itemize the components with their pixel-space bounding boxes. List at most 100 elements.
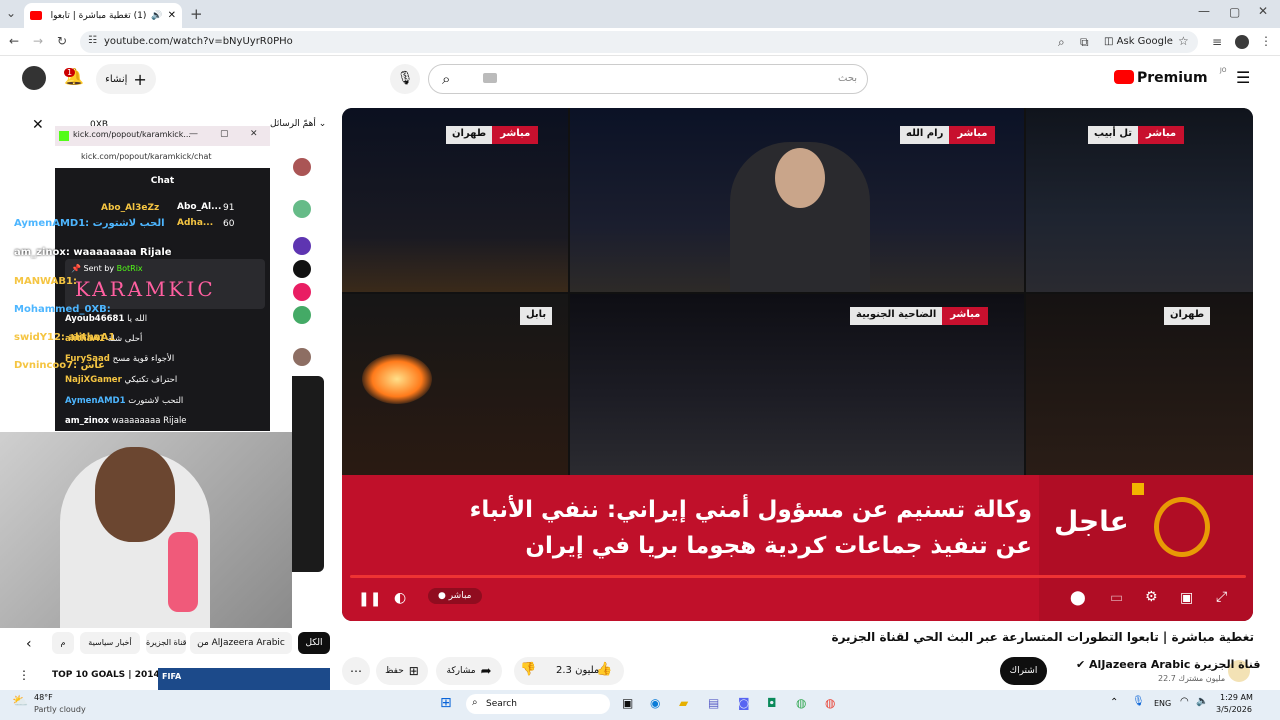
browser-tab[interactable]: (1) تغطية مباشرة | تابعوا التطو 🔊 ✕ — [24, 3, 182, 28]
close-window-icon[interactable]: ✕ — [1258, 4, 1268, 18]
chip-more[interactable]: م — [52, 632, 74, 654]
tab-title: (1) تغطية مباشرة | تابعوا التطو — [47, 10, 147, 21]
kick-url[interactable]: kick.com/popout/karamkick/chat — [81, 152, 212, 161]
weather-icon[interactable]: ⛅ — [12, 694, 28, 709]
site-info-icon[interactable]: ☷ — [88, 35, 97, 46]
chrome-icon[interactable]: ◍ — [796, 696, 806, 710]
tab-list-chevron-icon[interactable]: ⌄ — [6, 6, 16, 20]
chat-close-icon[interactable]: ✕ — [32, 117, 44, 133]
app-icon[interactable]: ◘ — [767, 696, 777, 710]
maximize-icon[interactable]: ▢ — [1229, 5, 1240, 19]
create-label: إنشاء — [105, 73, 128, 85]
kick-chat-user: Ayoub46681 — [65, 314, 125, 324]
side-video-thumbnail[interactable] — [158, 668, 330, 690]
keyboard-icon[interactable] — [483, 73, 497, 83]
accent-square — [1132, 483, 1144, 495]
video-player[interactable]: طهران مباشر رام الله مباشر تل أبيب مباشر با… — [342, 108, 1253, 621]
overlay-chat-message: Mohammed_0XB: — [14, 304, 111, 315]
clock-date: 3/5/2026 — [1216, 705, 1252, 714]
channel-name[interactable]: ✔ AlJazeera Arabic قناة الجزيرة — [1076, 658, 1261, 671]
cell-label-5: الضاحية الجنوبية مباشر — [850, 307, 989, 325]
subscribe-button[interactable]: اشتراك — [1000, 657, 1047, 685]
ajil-label: عاجل — [1054, 505, 1129, 538]
back-icon[interactable]: ← — [9, 34, 19, 48]
kick-minimize-icon[interactable]: — — [189, 129, 198, 139]
guide-menu-icon[interactable]: ☰ — [1236, 68, 1250, 87]
create-button[interactable]: إنشاء + — [96, 64, 156, 94]
progress-bar[interactable] — [350, 575, 1246, 578]
chips-prev-icon[interactable]: ‹ — [26, 636, 32, 652]
overlay-chat-message: AymenAMD1: الحب لاشتورت — [14, 218, 165, 229]
cell-label-3: تل أبيب مباشر — [1088, 126, 1185, 144]
kick-chat-msg: waaaaaaaa Rijale — [111, 416, 187, 426]
minimize-icon[interactable]: — — [1198, 4, 1210, 18]
autoplay-toggle[interactable]: ⬤ — [1070, 590, 1086, 606]
wifi-icon[interactable]: ◠ — [1180, 696, 1189, 707]
headline-line-2: عن تنفيذ جماعات كردية هجوما بريا في إيرا… — [525, 533, 1032, 559]
url-text: youtube.com/watch?v=bNyUyrR0PHo — [104, 36, 293, 47]
cell-city: الضاحية الجنوبية — [850, 307, 943, 325]
like-count: 2.3 مليون — [556, 665, 600, 676]
tray-chevron-icon[interactable]: ⌃ — [1110, 697, 1118, 708]
top-chat-selector[interactable]: أهمّ الرسائل ⌄ — [270, 119, 326, 129]
search-icon[interactable]: ⌕ — [442, 70, 450, 88]
forward-icon[interactable]: → — [33, 34, 43, 48]
discord-icon[interactable]: ◙ — [738, 696, 750, 710]
chat-avatar — [293, 158, 311, 176]
windows-taskbar — [0, 690, 1280, 720]
dislike-icon[interactable]: 👎 — [520, 662, 536, 677]
teams-icon[interactable]: ▤ — [708, 696, 719, 710]
mic-tray-icon[interactable]: 🎙 — [1132, 696, 1145, 707]
settings-gear-icon[interactable]: ⚙ — [1145, 589, 1158, 605]
ask-google-button[interactable]: ◫ Ask Google — [1104, 36, 1173, 47]
install-icon[interactable]: ⧉ — [1080, 35, 1089, 50]
more-actions-icon[interactable]: ⋯ — [342, 657, 370, 685]
task-view-icon[interactable]: ▣ — [622, 696, 633, 710]
speaker-icon[interactable]: 🔈 — [1196, 696, 1208, 707]
fifa-badge: FIFA — [162, 672, 182, 681]
voice-search-icon[interactable]: 🎙 — [390, 64, 420, 94]
youtube-logo-icon[interactable] — [1114, 70, 1134, 84]
cell-city: بابل — [520, 307, 553, 325]
edge-icon[interactable]: ◉ — [650, 696, 660, 710]
country-code: JO — [1220, 67, 1227, 74]
start-button[interactable]: ⊞ — [440, 695, 452, 711]
taskbar-search-label: Search — [486, 699, 517, 709]
chrome-menu-icon[interactable]: ⋮ — [1260, 34, 1272, 48]
chip-channel[interactable]: من AlJazeera Arabic — [190, 632, 292, 654]
file-explorer-icon[interactable]: ▰ — [679, 696, 688, 710]
chrome-alt-icon[interactable]: ◍ — [825, 696, 835, 710]
side-video-menu-icon[interactable]: ⋮ — [18, 668, 30, 682]
chip-all[interactable]: الكل — [298, 632, 330, 654]
chip-aljazeera[interactable]: قناة الجزيرة — [146, 632, 186, 654]
tab-close-icon[interactable]: ✕ — [168, 10, 176, 21]
kick-maximize-icon[interactable]: ▢ — [220, 129, 229, 139]
pause-icon[interactable]: ❚❚ — [358, 591, 381, 607]
chip-politics[interactable]: أخبار سياسية — [80, 632, 140, 654]
subtitles-icon[interactable]: ▭ — [1110, 590, 1123, 606]
side-video-title: TOP 10 GOALS | 2014 — [52, 670, 160, 680]
search-placeholder: بحث — [838, 73, 858, 84]
reload-icon[interactable]: ↻ — [57, 34, 67, 48]
taskbar-search[interactable]: Search — [466, 694, 610, 714]
zoom-icon[interactable]: ⌕ — [1058, 35, 1065, 50]
save-button[interactable]: حفظ ⊞ — [376, 657, 428, 685]
share-button[interactable]: مشاركة ➦ — [436, 657, 502, 685]
leaderboard-value: 91 — [223, 203, 235, 213]
profile-avatar[interactable] — [1235, 35, 1249, 49]
save-icon: ⊞ — [408, 664, 419, 678]
new-tab-button[interactable]: + — [190, 5, 203, 23]
kick-chat-line: am_zinox waaaaaaaa Rijale — [65, 416, 187, 426]
tab-search-icon[interactable]: ≡ — [1212, 35, 1222, 49]
fullscreen-icon[interactable]: ⤢ — [1216, 589, 1227, 605]
account-avatar[interactable] — [22, 66, 46, 90]
reporter-face — [775, 148, 825, 208]
kick-close-icon[interactable]: ✕ — [250, 129, 258, 139]
live-chip[interactable]: ● مباشر — [428, 588, 482, 604]
microphone — [168, 532, 198, 612]
theater-mode-icon[interactable]: ▣ — [1180, 590, 1193, 606]
bookmark-star-icon[interactable]: ☆ — [1178, 34, 1189, 48]
language-indicator[interactable]: ENG — [1154, 699, 1171, 708]
premium-logo: Premium — [1137, 70, 1208, 86]
volume-icon[interactable]: ◐ — [394, 590, 406, 606]
